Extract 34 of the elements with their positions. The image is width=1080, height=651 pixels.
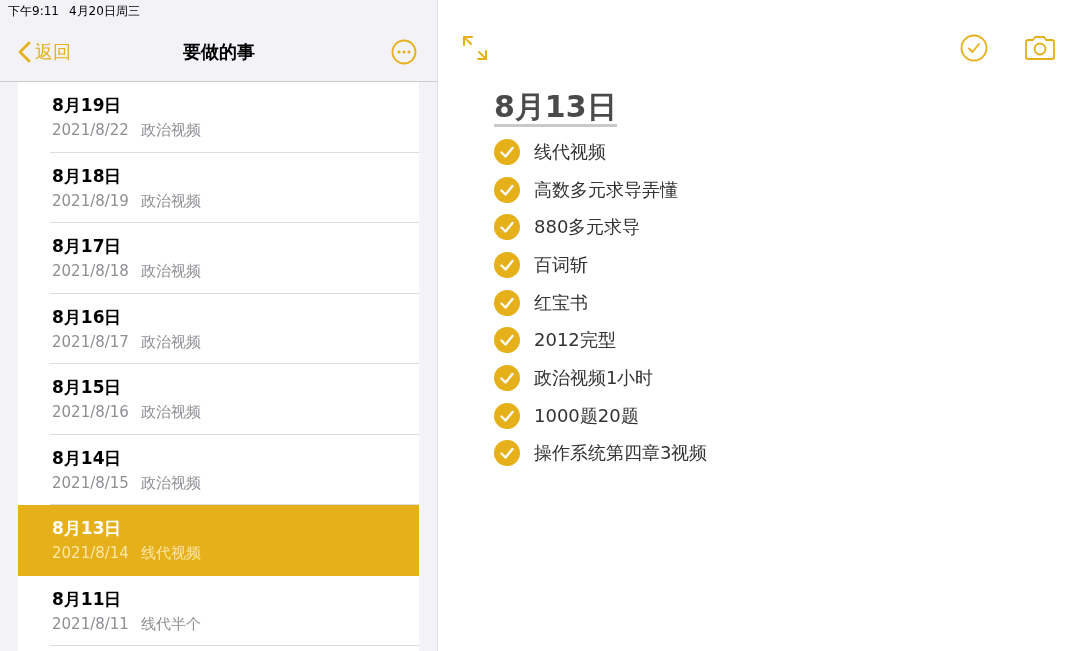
note-list-item[interactable]: 8月16日 2021/8/17 政治视频 [18, 293, 419, 364]
note-list-item[interactable]: 8月15日 2021/8/16 政治视频 [18, 364, 419, 435]
checkbox[interactable] [494, 364, 520, 391]
more-icon[interactable] [391, 38, 417, 65]
checkbox[interactable] [494, 138, 520, 165]
checkbox[interactable] [494, 440, 520, 467]
checklist-item-text: 百词斩 [534, 252, 588, 277]
status-time: 下午9:11 [8, 2, 59, 20]
checkbox[interactable] [494, 176, 520, 203]
status-date: 4月20日周三 [68, 2, 140, 20]
expand-icon[interactable] [462, 35, 488, 61]
checkbox[interactable] [494, 402, 520, 429]
note-title: 8月13日 [494, 90, 617, 127]
checkbox[interactable] [494, 327, 520, 354]
checklist-item-text: 880多元求导 [534, 215, 641, 240]
chevron-icon [18, 40, 31, 63]
checkbox[interactable] [494, 289, 520, 316]
checklist-item-text: 政治视频1小时 [534, 365, 654, 390]
camera-icon[interactable] [1024, 35, 1056, 61]
note-list-item[interactable]: 8月14日 2021/8/15 政治视频 [18, 434, 419, 505]
checklist-item-text: 红宝书 [534, 290, 588, 315]
checklist-item-text: 2012完型 [534, 328, 616, 353]
checkbox[interactable] [494, 251, 520, 278]
note-list-item[interactable]: 8月19日 2021/8/22 政治视频 [18, 82, 419, 153]
checklist-item-text: 1000题20题 [534, 403, 639, 428]
note-list-item[interactable]: 8月11日 2021/8/11 线代半个 [18, 575, 419, 646]
checklist-item-text: 高数多元求导弄懂 [534, 177, 678, 202]
checkbox[interactable] [494, 214, 520, 241]
checklist-item-text: 操作系统第四章3视频 [534, 441, 708, 466]
nav-title: 要做的事 [182, 40, 255, 62]
note-list-item[interactable]: 8月17日 2021/8/18 政治视频 [18, 223, 419, 294]
checklist-item-text: 线代视频 [534, 139, 606, 164]
checklist-icon[interactable] [960, 34, 988, 62]
note-list-item[interactable]: 8月18日 2021/8/19 政治视频 [18, 152, 419, 223]
